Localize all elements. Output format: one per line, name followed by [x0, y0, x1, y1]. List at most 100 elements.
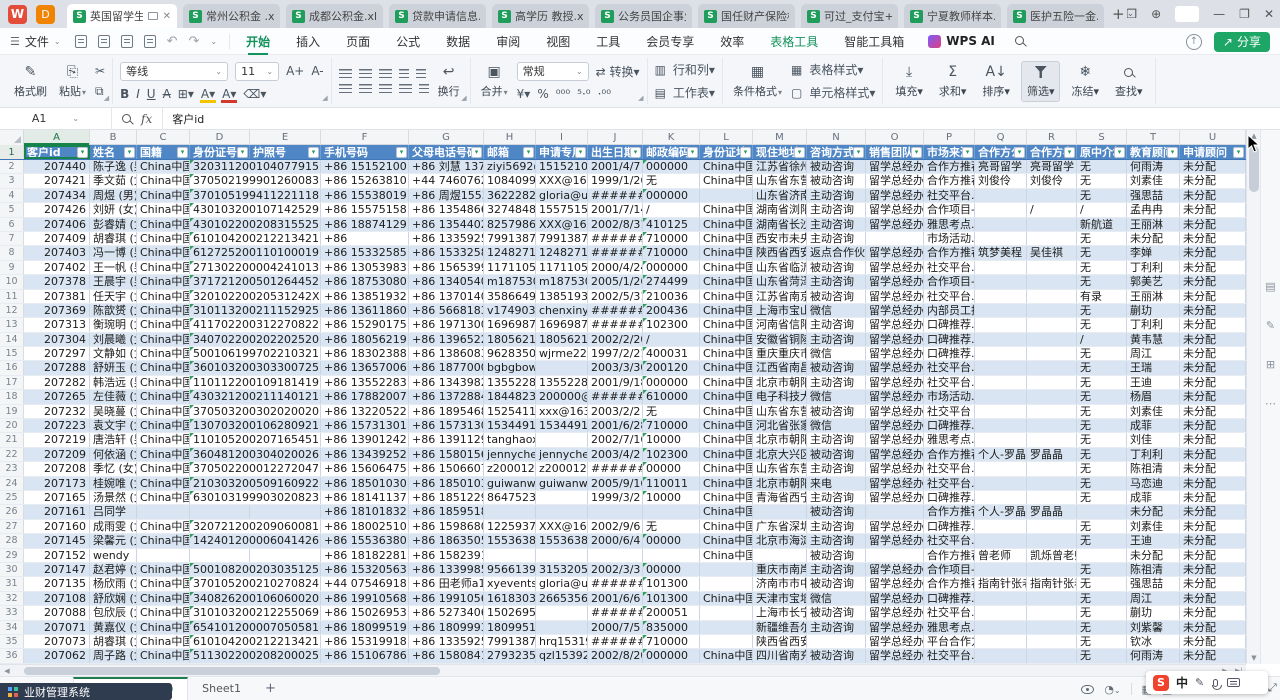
cell[interactable]: 天津市宝坻 [753, 592, 807, 605]
cell[interactable]: 主动咨询 [807, 520, 866, 533]
header-cell[interactable]: 护照号▾ [250, 145, 321, 159]
conditional-format-button[interactable]: ▦ 条件格式▾ [730, 63, 785, 99]
cell[interactable]: China中国 [700, 160, 753, 173]
cell[interactable]: 未分配 [1180, 405, 1246, 418]
cell[interactable]: bgbgbow@ [484, 361, 536, 374]
horizontal-scroll-thumb[interactable] [24, 667, 440, 675]
cell[interactable]: China中国 [700, 333, 753, 346]
cell[interactable] [1027, 218, 1077, 231]
cell[interactable]: 留学总经办 [866, 635, 924, 648]
row-number[interactable]: 9 [0, 261, 24, 274]
cell[interactable]: 207071 [24, 621, 90, 634]
cell[interactable]: China中国 [700, 505, 753, 518]
cell[interactable]: China中国 [700, 520, 753, 533]
cell[interactable]: 无 [1077, 189, 1127, 202]
cell[interactable]: +86 13851932 [321, 290, 409, 303]
filter-dropdown-icon[interactable]: ▾ [687, 147, 698, 158]
cell[interactable]: +86 15606475 [321, 462, 409, 475]
cell[interactable]: 未分配 [1180, 390, 1246, 403]
row-number[interactable]: 3 [0, 174, 24, 187]
filter-dropdown-icon[interactable]: ▾ [911, 147, 922, 158]
undo-icon[interactable]: ↶ [167, 34, 178, 49]
row-number[interactable]: 6 [0, 218, 24, 231]
cell[interactable] [1027, 347, 1077, 360]
cell[interactable]: 未分配 [1180, 448, 1246, 461]
cell[interactable]: 主动咨询 [807, 275, 866, 288]
cell[interactable]: China中国 [700, 592, 753, 605]
cell[interactable]: 刘晨曦 (女 [90, 333, 137, 346]
cell[interactable]: / [643, 203, 700, 216]
filter-dropdown-icon[interactable]: ▾ [471, 147, 482, 158]
cell[interactable] [536, 549, 588, 562]
cell[interactable]: 2005/1/26 [588, 275, 643, 288]
cell[interactable]: 2001/7/14 [588, 203, 643, 216]
cell[interactable]: v17490376 [484, 304, 536, 317]
fill-button[interactable]: ⤓ 填充▾ [890, 62, 928, 101]
cell[interactable]: China中国 [700, 318, 753, 331]
cell[interactable]: 2002/2/20 [588, 333, 643, 346]
cell[interactable]: 1999/3/2 [588, 491, 643, 504]
cut-icon[interactable]: ✂ [95, 64, 105, 78]
file-menu[interactable]: ☰ 文件 ⌄ [10, 33, 61, 50]
cell[interactable]: 王迪 [1127, 534, 1180, 547]
cell[interactable] [975, 405, 1027, 418]
cell[interactable]: 未分配 [1180, 203, 1246, 216]
header-cell[interactable]: 申请顾问▾ [1180, 145, 1246, 159]
cell[interactable]: 500106199702210321 [190, 347, 250, 360]
underline-button[interactable]: U [147, 87, 156, 101]
cell[interactable]: 320311200104077915 [190, 160, 250, 173]
row-number[interactable]: 33 [0, 606, 24, 619]
filter-dropdown-icon[interactable]: ▾ [1014, 147, 1025, 158]
cell[interactable]: China中国 [700, 549, 753, 562]
cell[interactable]: 207152 [24, 549, 90, 562]
cell[interactable]: 安徽省铜陵 [753, 333, 807, 346]
cell[interactable]: 无 [1077, 304, 1127, 317]
cell[interactable]: 151521001 [536, 160, 588, 173]
cell[interactable]: 无 [1077, 448, 1127, 461]
filter-dropdown-icon[interactable]: ▾ [124, 147, 135, 158]
cell[interactable] [1027, 376, 1077, 389]
cell[interactable]: 北京市朝阳 [753, 477, 807, 490]
cell[interactable]: 138519326 [536, 290, 588, 303]
cell[interactable] [975, 462, 1027, 475]
cell[interactable]: 留学总经办 [866, 534, 924, 547]
column-header-K[interactable]: K [643, 130, 700, 145]
cell[interactable]: 季忆 (女) [90, 462, 137, 475]
cell[interactable]: 被动咨询 [807, 174, 866, 187]
cell[interactable]: 留学总经办 [866, 261, 924, 274]
cell[interactable] [975, 635, 1027, 648]
cell[interactable]: 207160 [24, 520, 90, 533]
cell[interactable]: +86 刘慧 137052 [409, 160, 484, 173]
cell[interactable]: / [643, 333, 700, 346]
search-button[interactable] [1015, 34, 1024, 48]
cell[interactable]: China中国 [137, 621, 190, 634]
cell[interactable]: hrq153199 [536, 635, 588, 648]
cell[interactable]: 00000 [643, 462, 700, 475]
select-all-corner[interactable] [0, 130, 24, 145]
cell[interactable]: 825798695 [484, 218, 536, 231]
cell[interactable]: 冯一博 (男 [90, 246, 137, 259]
cell[interactable]: 430103200107142529 [190, 203, 250, 216]
cell[interactable]: China中国 [137, 333, 190, 346]
cell[interactable]: +86 1533258500 [409, 246, 484, 259]
cell[interactable]: 207282 [24, 376, 90, 389]
cell[interactable]: 返点合作伙 [807, 246, 866, 259]
save-icon[interactable] [75, 35, 87, 48]
cell[interactable]: China中国 [700, 218, 753, 231]
close-tab-icon[interactable]: ✕ [163, 11, 171, 22]
cell[interactable]: 留学总经办 [866, 203, 924, 216]
cell[interactable]: 被动咨询 [807, 405, 866, 418]
cell[interactable]: 610104200212213421 [190, 232, 250, 245]
cell[interactable]: 327484864 [484, 203, 536, 216]
cell[interactable]: China中国 [137, 635, 190, 648]
cell[interactable]: 王瑞 [1127, 361, 1180, 374]
cell[interactable]: tanghaoxu [484, 433, 536, 446]
cell[interactable] [975, 520, 1027, 533]
cell[interactable] [975, 621, 1027, 634]
cell[interactable]: 合作项目- [924, 563, 975, 576]
cell[interactable]: 上海市长宁 [753, 606, 807, 619]
cell[interactable]: 124827175 [536, 246, 588, 259]
cell[interactable]: / [1077, 203, 1127, 216]
cell[interactable]: 152541145 [484, 405, 536, 418]
cell[interactable]: +86 1850103098 [409, 477, 484, 490]
